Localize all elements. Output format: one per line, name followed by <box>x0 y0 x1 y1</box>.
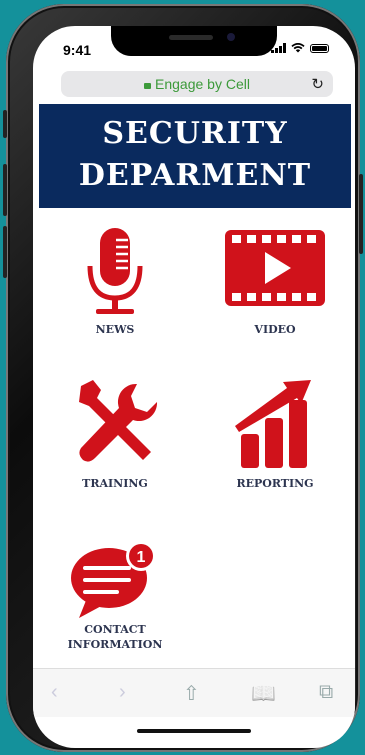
front-camera <box>227 33 235 41</box>
growth-chart-icon <box>235 380 311 468</box>
video-play-icon <box>225 230 325 306</box>
mute-switch <box>3 110 7 138</box>
home-indicator[interactable] <box>137 729 251 733</box>
microphone-icon <box>87 228 143 314</box>
share-icon[interactable]: ⇧ <box>183 681 200 706</box>
notch <box>111 26 277 56</box>
tile-contact-label: CONTACT INFORMATION <box>55 622 175 652</box>
tile-reporting[interactable]: REPORTING <box>215 376 335 491</box>
tabs-icon[interactable]: ⧉ <box>319 681 333 704</box>
tile-video-label: VIDEO <box>254 323 296 336</box>
page-banner: SECURITY DEPARMENT <box>39 104 351 208</box>
tile-training-label: TRAINING <box>82 477 148 490</box>
status-time: 9:41 <box>63 42 92 58</box>
url-text: Engage by Cell <box>155 76 250 92</box>
browser-toolbar: ‹ › ⇧ 📖 ⧉ <box>33 668 355 717</box>
bookmarks-icon[interactable]: 📖 <box>251 681 276 706</box>
banner-title-line2: DEPARMENT <box>78 158 312 193</box>
tile-news[interactable]: NEWS <box>55 226 175 337</box>
tile-news-label: NEWS <box>95 323 135 336</box>
phone-frame: 9:41 Engage by Cell ↻ SECURITY DEPARMENT <box>3 4 363 752</box>
lock-icon <box>144 83 152 89</box>
address-bar[interactable]: Engage by Cell ↻ <box>61 71 333 97</box>
power-button <box>359 174 363 254</box>
signal-icon <box>271 43 286 53</box>
reload-icon[interactable]: ↻ <box>311 75 324 93</box>
tile-contact-label-line1: CONTACT <box>84 623 146 636</box>
url-display[interactable]: Engage by Cell <box>61 76 333 92</box>
phone-screen: 9:41 Engage by Cell ↻ SECURITY DEPARMENT <box>33 26 355 748</box>
tile-contact-label-line2: INFORMATION <box>67 638 163 651</box>
notification-badge: 1 <box>137 549 146 566</box>
tile-video[interactable]: VIDEO <box>215 226 335 337</box>
wifi-icon <box>291 43 305 53</box>
back-icon[interactable]: ‹ <box>51 681 58 704</box>
banner-title-line1: SECURITY <box>102 116 288 151</box>
tools-icon <box>79 380 158 462</box>
speaker-grille <box>169 35 213 40</box>
tile-contact-information[interactable]: 1 CONTACT INFORMATION <box>55 536 175 652</box>
tile-reporting-label: REPORTING <box>236 477 314 490</box>
chat-bubble-icon: 1 <box>71 541 156 618</box>
status-icons <box>271 43 329 53</box>
battery-icon <box>310 43 329 53</box>
volume-down-button <box>3 226 7 278</box>
forward-icon[interactable]: › <box>119 681 126 704</box>
volume-up-button <box>3 164 7 216</box>
tile-training[interactable]: TRAINING <box>55 376 175 491</box>
